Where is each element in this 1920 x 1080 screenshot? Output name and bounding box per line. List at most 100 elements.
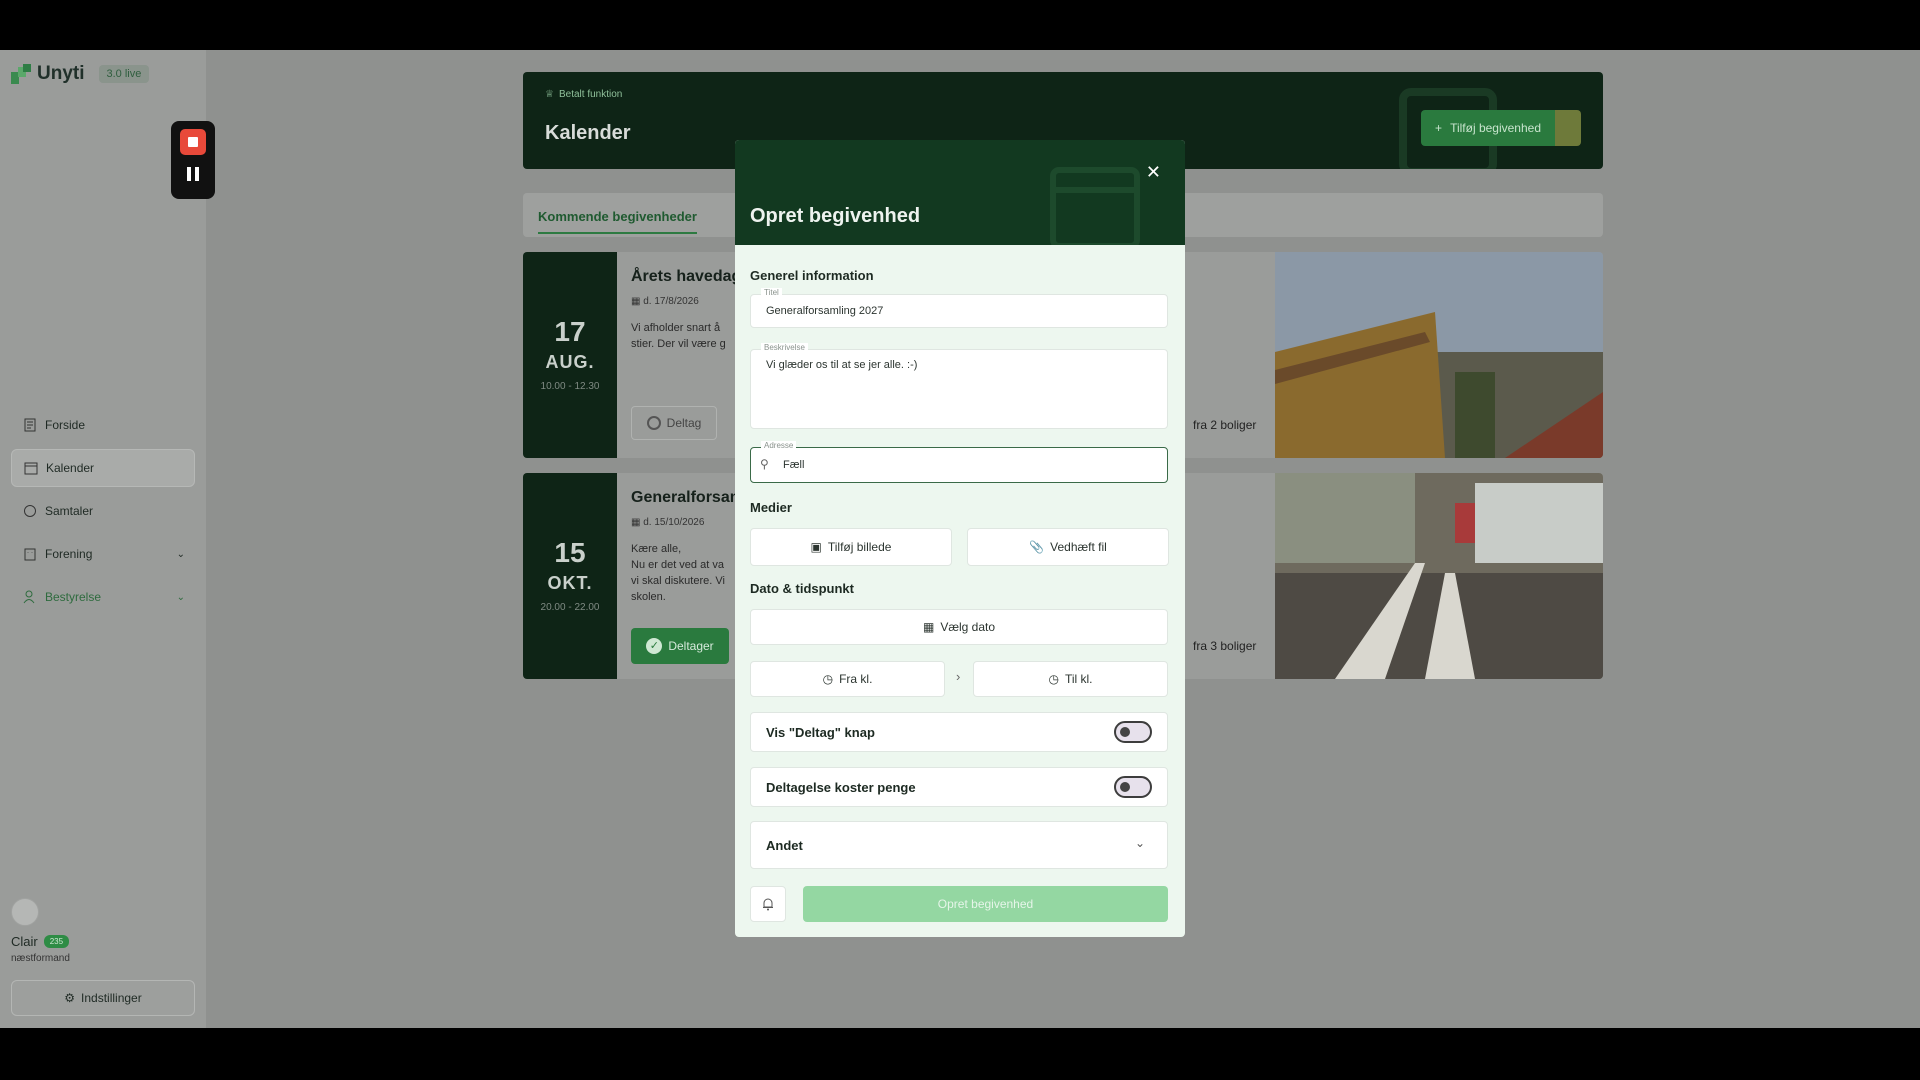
sidebar-item-kalender[interactable]: Kalender — [11, 449, 195, 487]
sidebar-item-label: Bestyrelse — [45, 590, 102, 604]
sidebar-item-samtaler[interactable]: Samtaler — [11, 492, 195, 530]
user-name: Clair — [11, 934, 38, 949]
gear-icon: ⚙ — [64, 991, 76, 1005]
join-button[interactable]: Deltag — [631, 406, 717, 440]
chevron-down-icon: ⌄ — [1134, 836, 1145, 850]
costs-money-label: Deltagelse koster penge — [766, 780, 916, 795]
show-join-toggle[interactable] — [1114, 721, 1152, 743]
event-title: Årets havedag — [631, 268, 742, 285]
paid-feature-text: Betalt funktion — [558, 89, 623, 100]
notification-button[interactable] — [750, 886, 786, 922]
add-event-label: Tilføj begivenhed — [1450, 121, 1541, 135]
tab-upcoming[interactable]: Kommende begivenheder — [538, 209, 697, 234]
settings-label: Indstillinger — [81, 991, 142, 1005]
clock-icon: ◷ — [1048, 672, 1059, 686]
to-time-button[interactable]: ◷ Til kl. — [973, 661, 1168, 697]
event-photo — [1275, 252, 1603, 458]
logo-icon — [11, 64, 31, 84]
sidebar-item-forside[interactable]: Forside — [11, 406, 195, 444]
from-time-label: Fra kl. — [839, 672, 873, 686]
chevron-down-icon: ⌄ — [176, 548, 185, 560]
calendar-icon: ▦ — [922, 620, 935, 634]
participant-count: fra 2 boliger — [1193, 418, 1257, 432]
sidebar-item-bestyrelse[interactable]: Bestyrelse ⌄ — [11, 578, 195, 616]
sidebar-item-forening[interactable]: Forening ⌄ — [11, 535, 195, 573]
avatar[interactable] — [11, 898, 39, 926]
circle-icon — [646, 416, 661, 430]
event-photo — [1275, 473, 1603, 679]
address-field-label: Adresse — [761, 441, 797, 450]
show-join-row: Vis "Deltag" knap — [750, 712, 1168, 752]
general-section-title: Generel information — [750, 268, 874, 283]
close-icon[interactable]: ✕ — [1146, 162, 1161, 183]
event-desc-line: Kære alle, — [631, 543, 682, 555]
event-month: AUG. — [545, 352, 595, 372]
title-field-label: Titel — [761, 288, 782, 297]
event-description: Kære alle, Nu er det ved at va vi skal d… — [631, 541, 725, 605]
paperclip-icon: 📎 — [1029, 540, 1045, 554]
other-section-label: Andet — [766, 838, 803, 853]
address-field[interactable]: Adresse ⚲ Fæll — [750, 441, 1168, 483]
clock-icon: ◷ — [822, 672, 834, 686]
participant-count: fra 3 boliger — [1193, 639, 1257, 653]
media-section-title: Medier — [750, 500, 792, 515]
from-time-button[interactable]: ◷ Fra kl. — [750, 661, 945, 697]
event-description: Vi afholder snart å stier. Der vil være … — [631, 320, 726, 352]
title-field[interactable]: Titel Generalforsamling 2027 — [750, 288, 1168, 328]
sidebar-item-label: Forening — [45, 547, 93, 561]
sidebar-item-label: Forside — [45, 418, 86, 432]
event-date-text: d. 17/8/2026 — [643, 296, 699, 307]
chevron-down-icon: ⌄ — [176, 591, 185, 603]
description-field[interactable]: Beskrivelse Vi glæder os til at se jer a… — [750, 343, 1168, 429]
event-date-line: ▦ d. 15/10/2026 — [631, 517, 704, 528]
calendar-icon: ▦ — [631, 517, 641, 528]
costs-money-toggle[interactable] — [1114, 776, 1152, 798]
event-title: Generalforsam — [631, 489, 744, 506]
add-image-label: Tilføj billede — [827, 540, 892, 554]
costs-money-row: Deltagelse koster penge — [750, 767, 1168, 807]
calendar-watermark-icon — [1050, 167, 1140, 245]
stop-recording-button[interactable] — [180, 129, 206, 155]
attach-file-label: Vedhæft fil — [1050, 540, 1107, 554]
event-desc-line: vi skal diskutere. Vi — [631, 575, 725, 587]
event-time: 10.00 - 12.30 — [540, 381, 600, 392]
to-time-label: Til kl. — [1064, 672, 1093, 686]
plus-icon: + — [1435, 121, 1443, 135]
event-desc-line: Vi afholder snart å — [631, 322, 721, 334]
choose-date-label: Vælg dato — [940, 620, 996, 634]
add-image-button[interactable]: ▣ Tilføj billede — [750, 528, 952, 566]
joined-button[interactable]: ✓ Deltager — [631, 628, 729, 664]
user-profile: Clair 235 næstformand — [11, 898, 70, 964]
event-desc-line: skolen. — [631, 591, 666, 603]
create-event-submit-button[interactable]: Opret begivenhed — [803, 886, 1168, 922]
description-field-value: Vi glæder os til at se jer alle. :-) — [766, 359, 918, 371]
event-day: 15 — [554, 537, 586, 568]
modal-header: Opret begivenhed ✕ — [735, 140, 1185, 245]
logo: Unyti 3.0 live — [11, 63, 150, 85]
add-event-button[interactable]: + Tilføj begivenhed — [1421, 110, 1555, 146]
attach-file-button[interactable]: 📎 Vedhæft fil — [967, 528, 1169, 566]
page-title: Kalender — [545, 122, 631, 144]
join-label: Deltag — [666, 416, 702, 430]
modal-title: Opret begivenhed — [750, 205, 921, 227]
paid-feature-label: ♕ Betalt funktion — [545, 89, 622, 100]
user-plus-button[interactable] — [1555, 110, 1581, 146]
document-icon — [24, 418, 36, 432]
sidebar-item-label: Samtaler — [45, 504, 94, 518]
sidebar-item-label: Kalender — [46, 461, 95, 475]
other-section-accordion[interactable]: Andet ⌄ — [750, 821, 1168, 869]
pause-recording-button[interactable] — [186, 167, 200, 181]
event-date-text: d. 15/10/2026 — [643, 517, 705, 528]
chevron-right-icon: › — [956, 669, 961, 684]
create-event-modal: Opret begivenhed ✕ Generel information T… — [735, 140, 1185, 937]
version-badge: 3.0 live — [98, 65, 150, 83]
address-field-value: Fæll — [783, 459, 805, 471]
event-date-line: ▦ d. 17/8/2026 — [631, 296, 699, 307]
choose-date-button[interactable]: ▦ Vælg dato — [750, 609, 1168, 645]
building-icon — [24, 548, 36, 561]
users-icon — [23, 590, 35, 604]
app-name: Unyti — [37, 63, 85, 84]
datetime-section-title: Dato & tidspunkt — [750, 581, 854, 596]
title-field-value: Generalforsamling 2027 — [766, 305, 884, 317]
settings-button[interactable]: ⚙ Indstillinger — [11, 980, 195, 1016]
